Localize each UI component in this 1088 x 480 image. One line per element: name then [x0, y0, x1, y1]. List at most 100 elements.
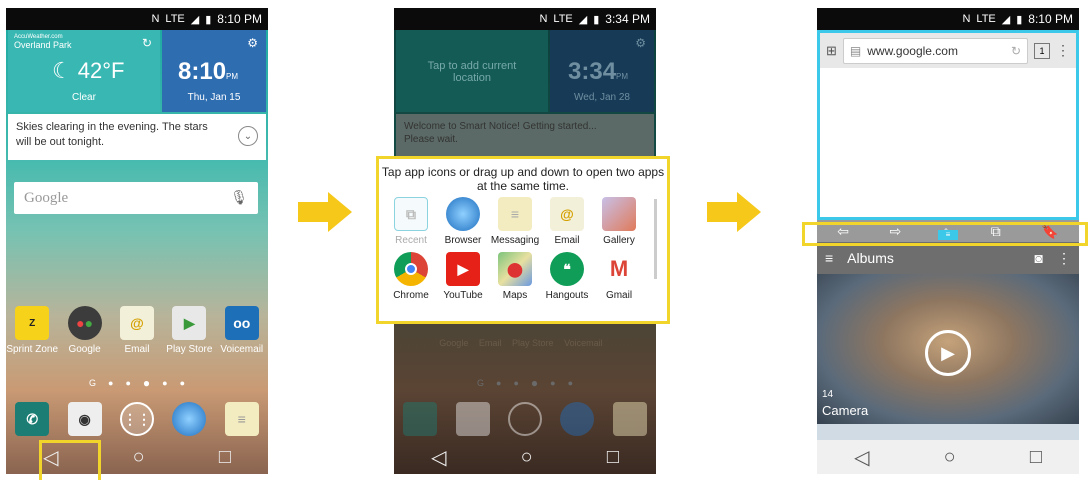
page-indicator: G ● ● ● ● ●	[6, 376, 268, 390]
smart-notice-card[interactable]: Welcome to Smart Notice! Getting started…	[396, 114, 654, 156]
app-youtube[interactable]: ▶ YouTube	[437, 252, 489, 301]
app-email[interactable]: @ Email	[541, 197, 593, 246]
network-label: LTE	[976, 13, 996, 25]
app-browser[interactable]: Browser	[437, 197, 489, 246]
camera-icon[interactable]: ◙	[1035, 250, 1043, 266]
nfc-icon: N	[151, 13, 160, 25]
forecast-card[interactable]: Skies clearing in the evening. The stars…	[8, 114, 266, 160]
app-gallery[interactable]: Gallery	[593, 197, 645, 246]
voicemail-icon: oo	[224, 306, 259, 340]
mic-icon[interactable]: 🎙	[230, 190, 248, 206]
refresh-icon[interactable]: ↻	[142, 36, 152, 50]
clock-ampm: PM	[226, 72, 239, 81]
play-icon[interactable]: ▶	[925, 330, 971, 376]
dot-active: ●	[530, 376, 539, 390]
back-icon[interactable]: ◁	[854, 445, 869, 470]
qslide-icon[interactable]: ⊞	[826, 43, 837, 59]
search-input[interactable]: Google	[24, 190, 230, 207]
page-indicator: G ● ● ● ● ●	[394, 376, 656, 390]
recent-apps-icon[interactable]: □	[607, 446, 619, 469]
arrow-right-icon	[298, 192, 352, 232]
scrollbar[interactable]	[654, 199, 657, 279]
app-label: Email	[124, 344, 150, 355]
app-maps[interactable]: ⬤ Maps	[489, 252, 541, 301]
app-label: Maps	[502, 290, 528, 301]
battery-icon: ▮	[205, 13, 212, 26]
back-icon[interactable]: ◁	[431, 445, 446, 470]
google-folder-icon: ● ●	[67, 306, 102, 340]
recent-icon: ⧉	[394, 197, 428, 231]
status-bar: N LTE ◢ ▮ 8:10 PM	[6, 8, 268, 30]
phone-home-screen: N LTE ◢ ▮ 8:10 PM AccuWeather.com Overla…	[6, 8, 268, 474]
recent-apps-icon[interactable]: □	[219, 446, 231, 469]
url-bar[interactable]: ▤ www.google.com ↻	[842, 37, 1028, 64]
email-icon: @	[119, 306, 154, 340]
gear-icon[interactable]: ⚙	[247, 36, 258, 50]
app-label: Gmail	[605, 290, 633, 301]
status-bar: N LTE ◢ ▮ 3:34 PM	[394, 8, 656, 30]
google-search-bar[interactable]: Google 🎙	[14, 182, 258, 214]
split-bar-highlight	[802, 222, 1088, 246]
nav-bar: ◁ ○ □	[817, 440, 1079, 474]
page-icon: ▤	[849, 43, 862, 58]
smart-notice-text: Welcome to Smart Notice! Getting started…	[404, 121, 597, 145]
gallery-icon	[602, 197, 636, 231]
clock-widget[interactable]: ⚙ 3:34PM Wed, Jan 28	[550, 30, 654, 112]
camera-icon: ◉	[67, 402, 102, 436]
dock-browser[interactable]	[163, 402, 215, 440]
popup-instruction: Tap app icons or drag up and down to ope…	[381, 165, 665, 193]
gear-icon[interactable]: ⚙	[635, 36, 646, 50]
more-icon[interactable]: ⋮	[1057, 250, 1071, 267]
dock-apps[interactable]: ⋮⋮	[111, 402, 163, 440]
app-label: Voicemail	[220, 344, 264, 355]
dot: ●	[513, 378, 519, 388]
album-count: 14	[822, 389, 834, 400]
battery-icon: ▮	[593, 13, 600, 26]
dock: ✆ ◉ ⋮⋮ ≡	[6, 402, 268, 440]
app-gmail[interactable]: M Gmail	[593, 252, 645, 301]
app-hangouts[interactable]: ❝ Hangouts	[541, 252, 593, 301]
album-cover[interactable]: ▶ 14 Camera	[817, 274, 1079, 424]
weather-location: Overland Park	[14, 40, 72, 50]
chevron-down-icon[interactable]: ⌄	[238, 126, 258, 146]
app-chrome[interactable]: Chrome	[385, 252, 437, 301]
app-label: Browser	[444, 235, 482, 246]
weather-widget[interactable]: AccuWeather.com Overland Park ↻ ☾ 42°F C…	[8, 30, 160, 112]
apps-icon: ⋮⋮	[119, 402, 154, 436]
app-play-store[interactable]: ▶ Play Store	[163, 306, 215, 355]
app-sprint-zone[interactable]: Z Sprint Zone	[6, 306, 58, 355]
sprint-zone-icon: Z	[15, 306, 50, 340]
web-content[interactable]	[817, 68, 1079, 220]
dock-phone[interactable]: ✆	[6, 402, 58, 440]
dock	[394, 402, 656, 440]
dimmed-label: Voicemail	[564, 338, 603, 348]
app-voicemail[interactable]: oo Voicemail	[216, 306, 268, 355]
nfc-icon: N	[539, 13, 548, 25]
clock-widget[interactable]: ⚙ 8:10PM Thu, Jan 15	[162, 30, 266, 112]
app-email[interactable]: @ Email	[111, 306, 163, 355]
add-location-widget[interactable]: Tap to add current location	[396, 30, 548, 112]
home-icon[interactable]: ○	[521, 446, 533, 469]
dock-messaging[interactable]: ≡	[216, 402, 268, 440]
phone-icon	[403, 402, 438, 436]
dot-active: ●	[142, 376, 151, 390]
home-icon[interactable]: ○	[133, 446, 145, 469]
recent-apps-icon[interactable]: □	[1030, 446, 1042, 469]
refresh-icon[interactable]: ↻	[1011, 44, 1021, 58]
app-label: Messaging	[490, 235, 540, 246]
app-google[interactable]: ● ● Google	[59, 306, 111, 355]
home-app-row: Z Sprint Zone ● ● Google @ Email ▶ Play Store…	[6, 306, 268, 355]
dual-window-popup: Tap app icons or drag up and down to ope…	[376, 156, 670, 324]
nfc-icon: N	[962, 13, 971, 25]
dot: ●	[550, 378, 556, 388]
menu-icon[interactable]: ≡	[825, 250, 833, 266]
maps-icon: ⬤	[498, 252, 532, 286]
add-location-text: Tap to add current location	[427, 60, 517, 84]
app-recent[interactable]: ⧉ Recent	[385, 197, 437, 246]
home-icon[interactable]: ○	[944, 446, 956, 469]
dock-camera[interactable]: ◉	[59, 402, 111, 440]
arrow-right-icon	[707, 192, 761, 232]
app-messaging[interactable]: ≡ Messaging	[489, 197, 541, 246]
more-icon[interactable]: ⋮	[1056, 42, 1070, 59]
tabs-button[interactable]: 1	[1034, 42, 1050, 59]
